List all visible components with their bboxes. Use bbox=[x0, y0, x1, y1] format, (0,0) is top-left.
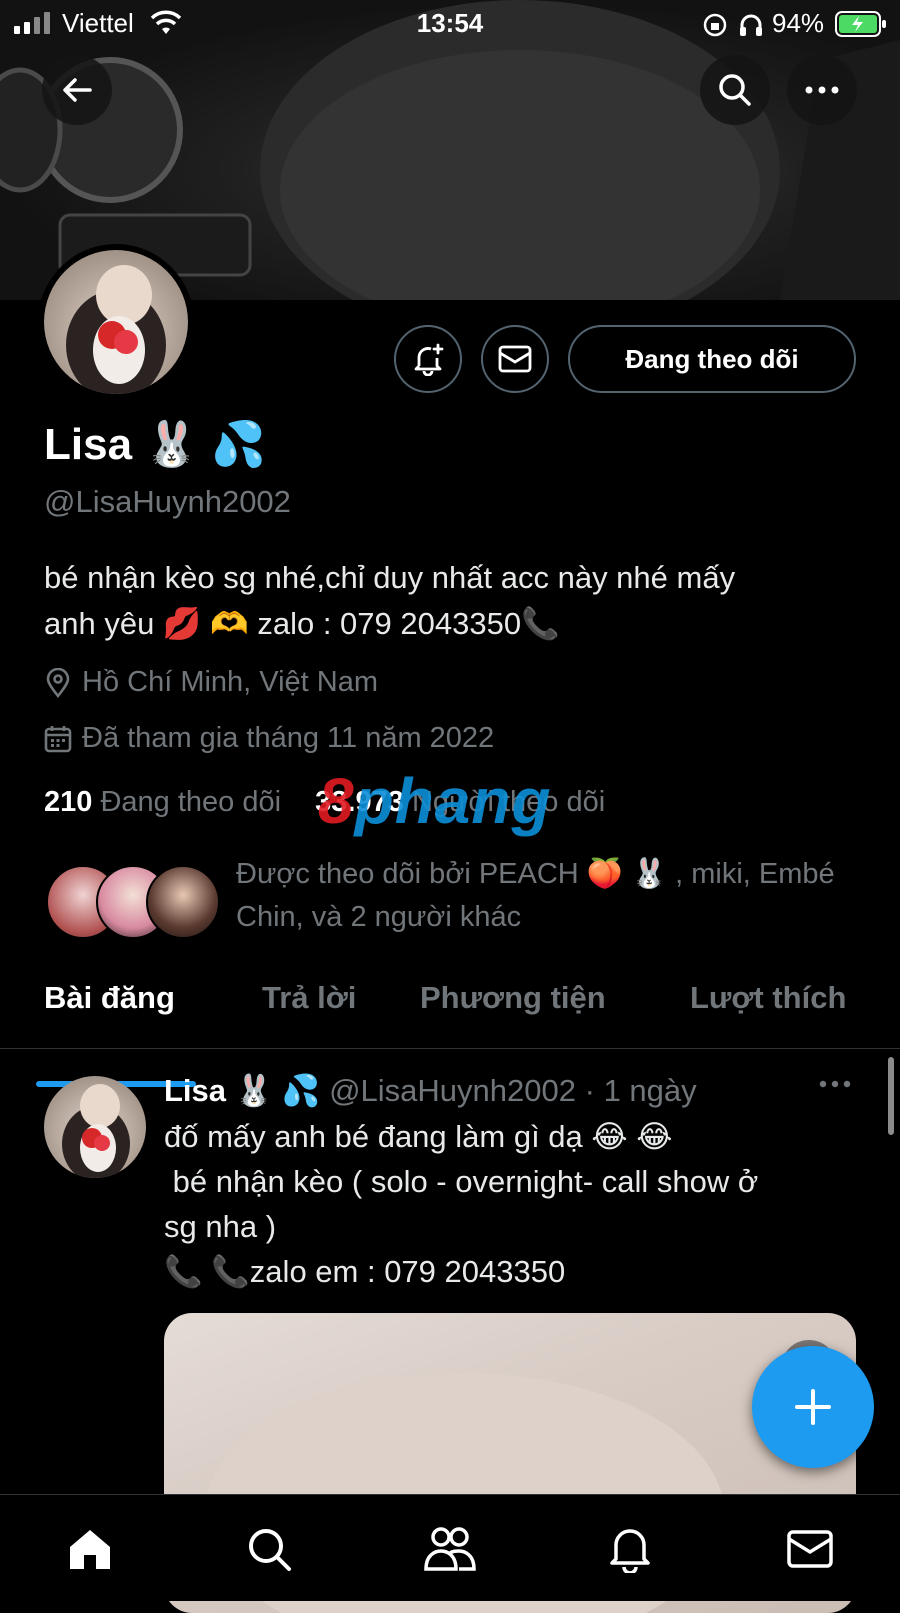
tab-likes[interactable]: Lượt thích bbox=[690, 980, 846, 1016]
post-line: 📞 📞zalo em : 079 2043350 bbox=[164, 1254, 566, 1289]
more-icon bbox=[819, 1080, 851, 1088]
battery-icon bbox=[835, 11, 886, 37]
compose-button[interactable] bbox=[752, 1346, 874, 1468]
profile-handle: @LisaHuynh2002 bbox=[44, 484, 291, 519]
location-row: Hồ Chí Minh, Việt Nam bbox=[44, 666, 378, 699]
search-icon bbox=[719, 74, 751, 106]
nav-home[interactable] bbox=[60, 1519, 120, 1579]
bio-line-1: bé nhận kèo sg nhé,chỉ duy nhất acc này … bbox=[44, 560, 736, 595]
watermark-logo: 8phang bbox=[318, 764, 552, 838]
avatar-image bbox=[66, 265, 166, 394]
profile-bio: bé nhận kèo sg nhé,chỉ duy nhất acc này … bbox=[44, 555, 864, 647]
scrollbar-thumb[interactable] bbox=[888, 1057, 894, 1135]
post-time-separator: · bbox=[584, 1073, 595, 1108]
bottom-navigation bbox=[0, 1494, 900, 1601]
watermark-first: 8 bbox=[318, 765, 355, 837]
post-author-name[interactable]: Lisa 🐰 💦 bbox=[164, 1073, 320, 1108]
battery-percent: 94% bbox=[772, 8, 825, 38]
following-label: Đang theo dõi bbox=[100, 786, 282, 818]
notifications-icon bbox=[610, 1529, 650, 1573]
nav-communities[interactable] bbox=[420, 1519, 480, 1579]
following-button[interactable]: Đang theo dõi bbox=[568, 325, 856, 393]
post-header: Lisa 🐰 💦 @LisaHuynh2002 · 1 ngày bbox=[164, 1072, 697, 1109]
profile-tabs: Bài đăng Trả lời Phương tiện Lượt thích bbox=[0, 960, 900, 1049]
back-arrow-icon bbox=[63, 78, 92, 102]
back-button[interactable] bbox=[42, 55, 112, 125]
location-pin-icon bbox=[46, 667, 70, 698]
notifications-toggle-button[interactable] bbox=[394, 325, 462, 393]
calendar-icon bbox=[44, 725, 72, 752]
more-button[interactable] bbox=[787, 55, 857, 125]
post-time[interactable]: 1 ngày bbox=[604, 1073, 697, 1108]
bell-plus-icon bbox=[414, 343, 444, 376]
followed-by-line-2: Chin, và 2 người khác bbox=[236, 901, 522, 933]
post-author-avatar[interactable] bbox=[44, 1076, 146, 1178]
more-icon bbox=[805, 86, 839, 94]
follower-avatar bbox=[146, 865, 220, 939]
post-avatar-image bbox=[62, 1084, 130, 1178]
joined-text: Đã tham gia tháng 11 năm 2022 bbox=[82, 722, 495, 754]
profile-name: Lisa 🐰 💦 bbox=[44, 420, 267, 469]
post-line: bé nhận kèo ( solo - overnight- call sho… bbox=[164, 1164, 759, 1199]
tab-posts[interactable]: Bài đăng bbox=[44, 980, 175, 1016]
watermark-rest: phang bbox=[354, 765, 552, 837]
nav-search[interactable] bbox=[239, 1519, 299, 1579]
message-button[interactable] bbox=[481, 325, 549, 393]
plus-icon bbox=[795, 1389, 831, 1425]
bio-line-2: anh yêu 💋 🫶 zalo : 079 2043350📞 bbox=[44, 606, 560, 641]
communities-icon bbox=[424, 1527, 476, 1571]
status-bar: Viettel 13:54 94% bbox=[0, 0, 900, 46]
post-more-button[interactable] bbox=[818, 1076, 852, 1094]
followed-by-avatars[interactable] bbox=[46, 865, 220, 939]
envelope-icon bbox=[498, 345, 532, 373]
location-text: Hồ Chí Minh, Việt Nam bbox=[82, 666, 379, 698]
profile-avatar[interactable] bbox=[38, 244, 194, 400]
followed-by-text[interactable]: Được theo dõi bởi PEACH 🍑 🐰 , miki, Embé… bbox=[236, 853, 866, 939]
joined-row: Đã tham gia tháng 11 năm 2022 bbox=[44, 722, 494, 755]
tab-media[interactable]: Phương tiện bbox=[420, 980, 606, 1016]
search-icon bbox=[249, 1529, 291, 1571]
following-count: 210 bbox=[44, 786, 93, 818]
headphones-icon bbox=[740, 14, 762, 36]
home-icon bbox=[70, 1530, 110, 1569]
search-button[interactable] bbox=[700, 55, 770, 125]
followed-by-line-1: Được theo dõi bởi PEACH 🍑 🐰 , miki, Embé bbox=[236, 858, 835, 890]
post-text: đố mấy anh bé đang làm gì dạ 😂 😂 bé nhận… bbox=[164, 1114, 854, 1294]
post-author-handle[interactable]: @LisaHuynh2002 bbox=[329, 1073, 576, 1108]
following-link[interactable]: 210 Đang theo dõi bbox=[44, 786, 281, 818]
tab-replies[interactable]: Trả lời bbox=[262, 980, 356, 1016]
orientation-lock-icon bbox=[703, 13, 727, 37]
post-line: đố mấy anh bé đang làm gì dạ 😂 😂 bbox=[164, 1119, 673, 1154]
nav-notifications[interactable] bbox=[600, 1519, 660, 1579]
messages-icon bbox=[787, 1530, 833, 1568]
nav-messages[interactable] bbox=[780, 1519, 840, 1579]
status-time: 13:54 bbox=[416, 8, 484, 38]
post-line: sg nha ) bbox=[164, 1209, 277, 1244]
